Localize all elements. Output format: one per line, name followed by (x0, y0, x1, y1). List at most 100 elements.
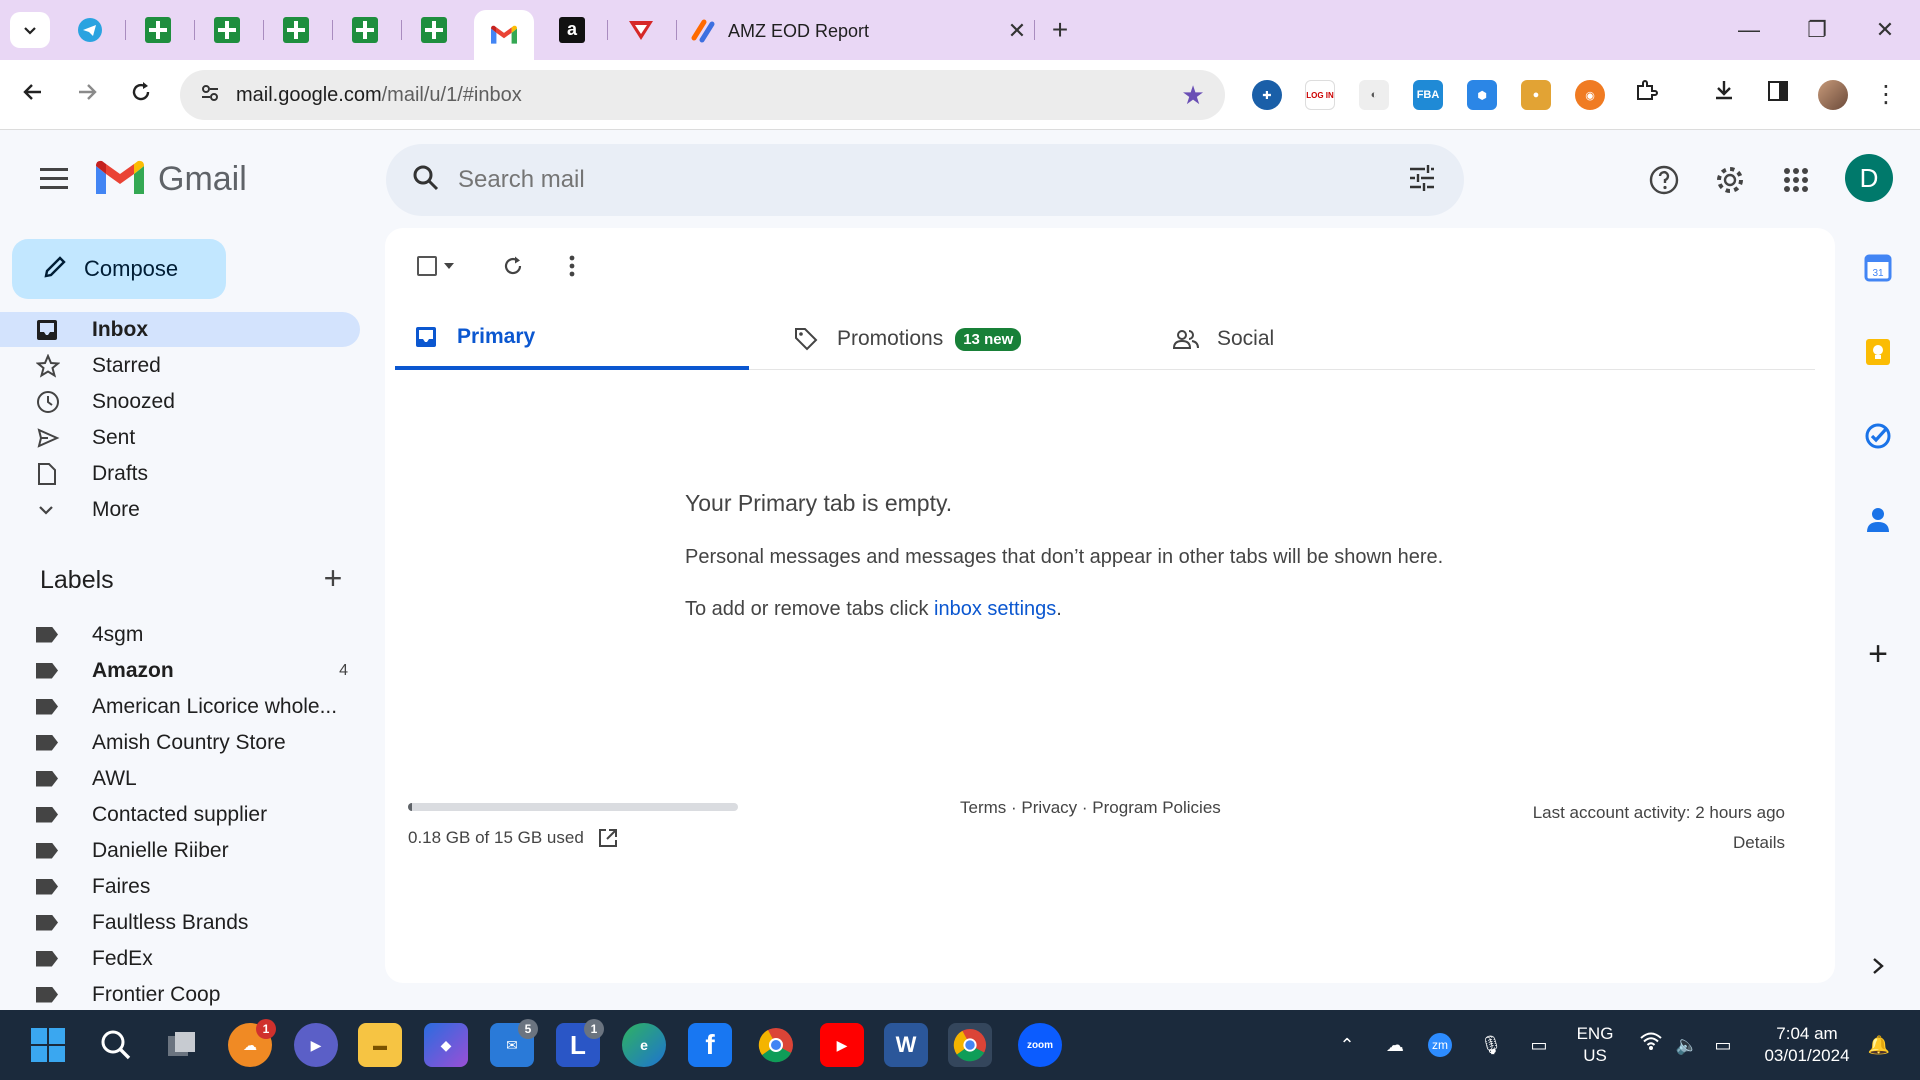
help-icon[interactable] (1644, 160, 1684, 200)
refresh-icon[interactable] (495, 248, 531, 284)
sheets-tab-icon[interactable] (418, 14, 450, 46)
word-icon[interactable]: W (884, 1023, 928, 1067)
google-apps-icon[interactable] (1776, 160, 1816, 200)
sidebar-item-more[interactable]: More (0, 492, 360, 527)
search-options-icon[interactable] (1392, 163, 1452, 198)
label-item[interactable]: FedEx (0, 941, 360, 976)
show-side-panel-chevron-icon[interactable] (1862, 950, 1894, 982)
youtube-icon[interactable]: ▶ (820, 1023, 864, 1067)
sheets-tab-icon[interactable] (142, 14, 174, 46)
facebook-icon[interactable]: f (688, 1023, 732, 1067)
sidebar-item-inbox[interactable]: Inbox (0, 312, 360, 347)
new-tab-button[interactable]: + (1044, 12, 1076, 48)
edge-browser-icon[interactable]: e (622, 1023, 666, 1067)
label-item[interactable]: Frontier Coop (0, 977, 360, 1010)
battery-icon[interactable]: ▭ (1708, 1030, 1738, 1060)
task-view-icon[interactable] (160, 1023, 204, 1067)
sidebar-item-drafts[interactable]: Drafts (0, 456, 360, 491)
sheets-tab-icon[interactable] (349, 14, 381, 46)
copilot-icon[interactable]: ◆ (424, 1023, 468, 1067)
terms-link[interactable]: Terms (960, 798, 1006, 817)
label-item[interactable]: AWL (0, 761, 360, 796)
file-explorer-icon[interactable]: ▬ (358, 1023, 402, 1067)
extension-icon[interactable]: ◐ (1359, 80, 1389, 110)
browser-menu-icon[interactable]: ⋮ (1869, 78, 1903, 112)
browser-profile-avatar[interactable] (1818, 80, 1848, 110)
gmail-active-tab[interactable] (474, 10, 534, 60)
download-icon[interactable] (1707, 78, 1741, 112)
teams-chat-icon[interactable]: ▶ (294, 1023, 338, 1067)
account-avatar[interactable]: D (1845, 154, 1893, 202)
open-external-icon[interactable] (598, 828, 618, 848)
extension-icon[interactable]: ✚ (1252, 80, 1282, 110)
close-tab-icon[interactable]: ✕ (1003, 18, 1031, 44)
side-panel-icon[interactable] (1761, 78, 1795, 112)
extension-icon[interactable]: ⬢ (1467, 80, 1497, 110)
forward-icon[interactable] (68, 76, 106, 114)
sheets-tab-icon[interactable] (280, 14, 312, 46)
label-item[interactable]: Faires (0, 869, 360, 904)
minimize-icon[interactable]: — (1729, 10, 1769, 50)
zoom-tray-icon[interactable]: zm (1428, 1033, 1452, 1057)
extensions-puzzle-icon[interactable] (1629, 78, 1663, 112)
inbox-settings-link[interactable]: inbox settings (934, 598, 1056, 620)
sidebar-item-starred[interactable]: Starred (0, 348, 360, 383)
show-hidden-icons-chevron[interactable]: ⌃ (1332, 1030, 1362, 1060)
tab-social[interactable]: Social (1155, 308, 1509, 370)
mail-app-icon[interactable]: ✉ 5 (490, 1019, 538, 1067)
fba-extension-icon[interactable]: FBA (1413, 80, 1443, 110)
keep-app-icon[interactable] (1862, 336, 1894, 368)
get-addons-plus-icon[interactable]: + (1862, 635, 1894, 673)
tab-primary[interactable]: Primary (395, 308, 749, 370)
program-policies-link[interactable]: Program Policies (1092, 798, 1221, 817)
label-item[interactable]: Amish Country Store (0, 725, 360, 760)
chrome-profile-active-icon[interactable] (948, 1023, 992, 1067)
search-icon[interactable] (394, 164, 458, 197)
tab-promotions[interactable]: Promotions 13 new (775, 308, 1129, 370)
microphone-icon[interactable]: 🎙 (1476, 1030, 1506, 1060)
sheets-tab-icon[interactable] (211, 14, 243, 46)
chrome-icon[interactable] (754, 1023, 798, 1067)
amazon-tab-icon[interactable]: a (556, 14, 588, 46)
volume-icon[interactable]: 🔈 (1672, 1030, 1702, 1060)
site-info-icon[interactable] (190, 83, 230, 108)
more-options-icon[interactable] (554, 248, 590, 284)
compose-button[interactable]: Compose (12, 239, 226, 299)
windows-start-icon[interactable] (26, 1023, 70, 1067)
label-item[interactable]: 4sgm (0, 617, 360, 652)
settings-gear-icon[interactable] (1710, 160, 1750, 200)
bookmark-star-icon[interactable]: ★ (1173, 80, 1213, 111)
label-item[interactable]: Danielle Riiber (0, 833, 360, 868)
sidebar-item-sent[interactable]: Sent (0, 420, 360, 455)
reload-icon[interactable] (122, 76, 160, 114)
label-item[interactable]: American Licorice whole... (0, 689, 360, 724)
sidebar-item-snoozed[interactable]: Snoozed (0, 384, 360, 419)
contacts-app-icon[interactable] (1862, 504, 1894, 536)
taskbar-search-icon[interactable] (94, 1023, 138, 1067)
select-dropdown-icon[interactable] (437, 248, 461, 284)
calendar-app-icon[interactable]: 31 (1862, 252, 1894, 284)
l-app-icon[interactable]: L 1 (556, 1019, 604, 1067)
zoom-app-icon[interactable]: zoom (1018, 1023, 1062, 1067)
system-clock[interactable]: 7:04 am 03/01/2024 (1752, 1023, 1862, 1067)
back-icon[interactable] (14, 76, 52, 114)
input-language[interactable]: ENG US (1570, 1023, 1620, 1067)
wifi-icon[interactable] (1636, 1030, 1666, 1060)
vpn-tab-icon[interactable] (625, 14, 657, 46)
gmail-logo-icon[interactable] (96, 160, 144, 196)
activity-details-link[interactable]: Details (1533, 828, 1785, 858)
label-item[interactable]: Amazon 4 (0, 653, 360, 688)
notifications-bell-icon[interactable]: 🔔 (1864, 1030, 1894, 1060)
amz-eod-report-tab[interactable]: AMZ EOD Report ✕ (676, 12, 1031, 50)
privacy-link[interactable]: Privacy (1021, 798, 1077, 817)
extension-icon[interactable]: ● (1521, 80, 1551, 110)
tasks-app-icon[interactable] (1862, 420, 1894, 452)
weather-app-icon[interactable]: ☁ 1 (228, 1019, 276, 1067)
main-menu-icon[interactable] (32, 162, 76, 198)
onedrive-icon[interactable]: ☁ (1380, 1030, 1410, 1060)
tab-search-chevron-icon[interactable] (10, 12, 50, 48)
extension-icon[interactable]: ◉ (1575, 80, 1605, 110)
label-item[interactable]: Faultless Brands (0, 905, 360, 940)
search-input[interactable] (458, 166, 1392, 194)
restore-icon[interactable]: ❐ (1797, 10, 1837, 50)
